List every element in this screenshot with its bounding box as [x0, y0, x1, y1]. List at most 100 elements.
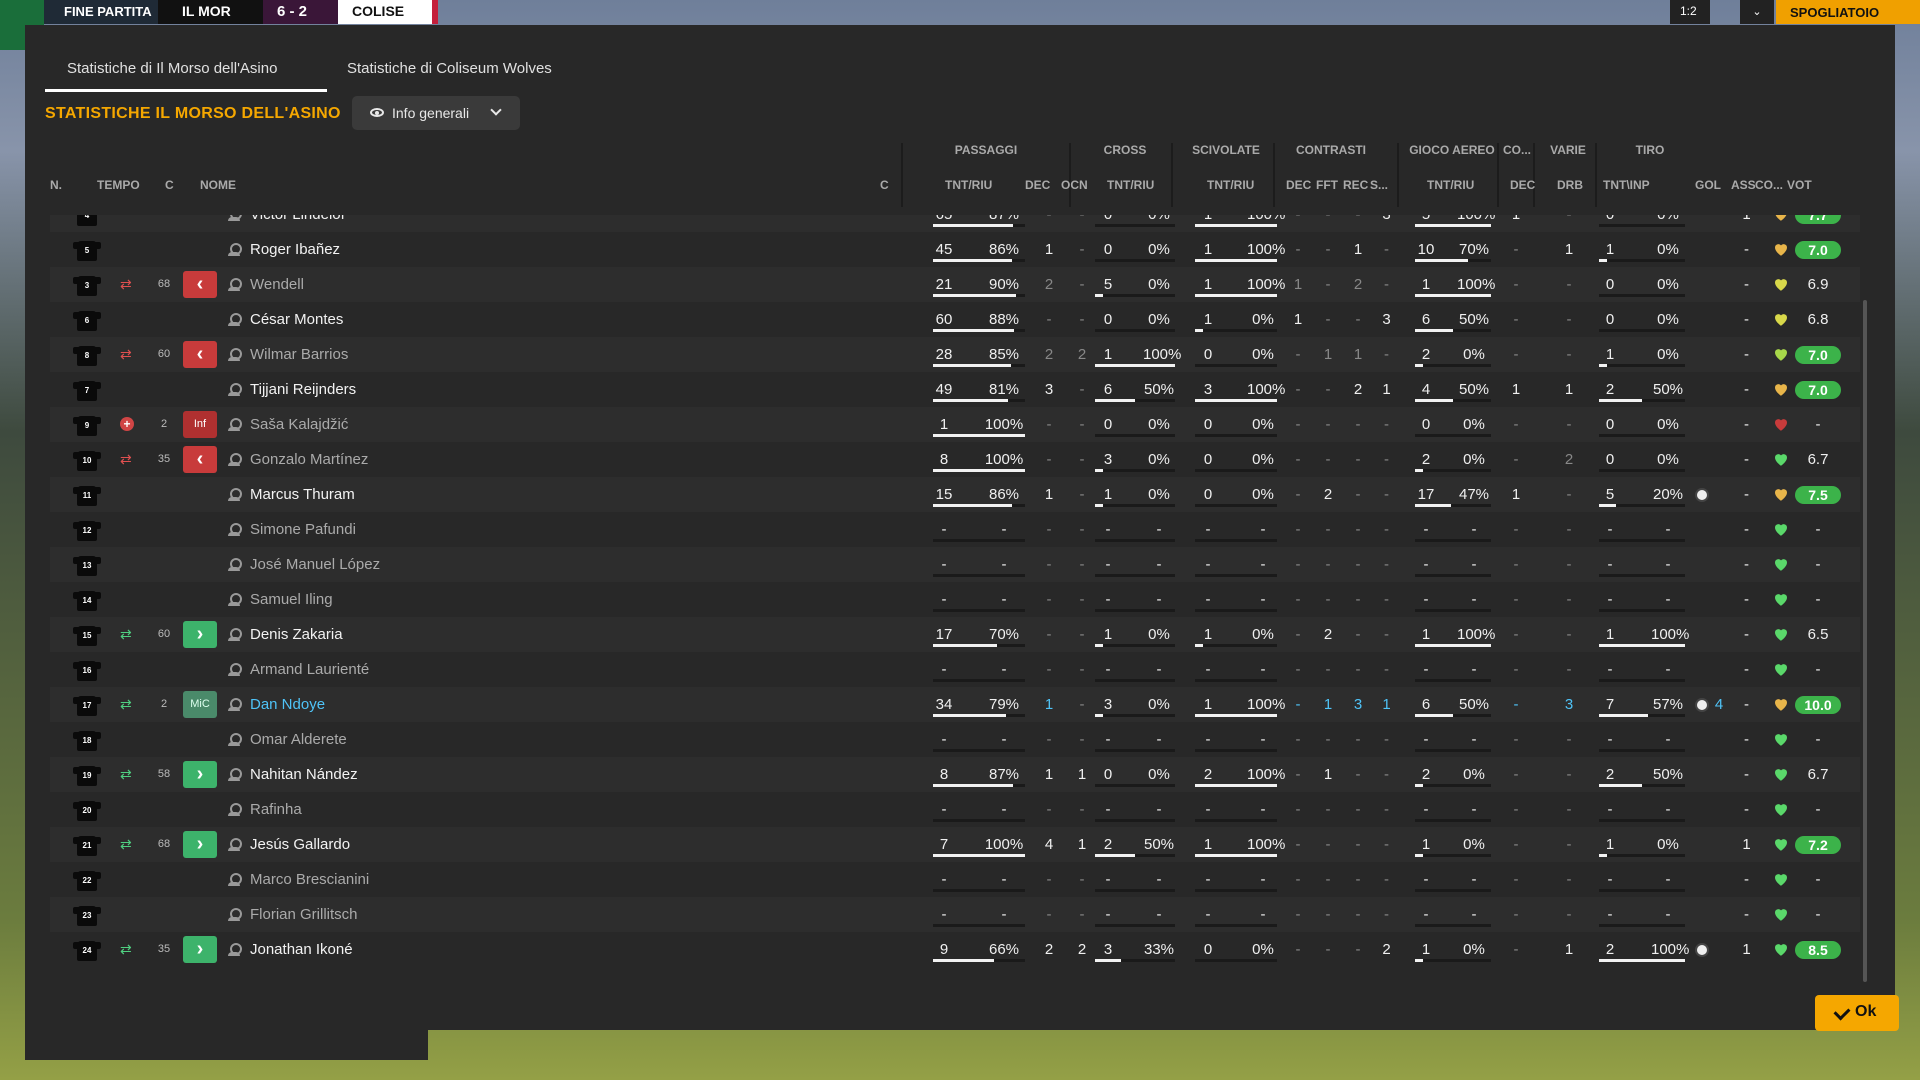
player-name[interactable]: Roger Ibañez	[250, 232, 340, 267]
table-row[interactable]: 10 ⇄ 35 ‹ Gonzalo Martínez 8 100% - -3 0% 0 0% - - - -2…	[50, 442, 1860, 477]
stat-pdec: 1	[1044, 696, 1054, 713]
tab-away-stats[interactable]: Statistiche di Coliseum Wolves	[347, 60, 587, 89]
rating: -	[1815, 871, 1821, 888]
player-profile-icon	[228, 803, 242, 816]
stat-cod: -	[1513, 311, 1519, 328]
group-header-scivolate: SCIVOLATE	[1192, 143, 1260, 157]
column-header-cdec[interactable]: DEC	[1286, 178, 1311, 192]
group-divider	[901, 143, 903, 207]
table-row[interactable]: 5 Roger Ibañez 45 86% 1-0 0% 1 100% - -1-10 70% -1 1…	[50, 232, 1860, 267]
player-name[interactable]: Omar Alderete	[250, 722, 347, 757]
column-header-cross-tntriu[interactable]: TNT/RIU	[1107, 178, 1154, 192]
column-header-drb[interactable]: DRB	[1557, 178, 1583, 192]
table-row[interactable]: 11 Marcus Thuram 15 86% 1-1 0% 0 0% -2- -17 47% 1-5…	[50, 477, 1860, 512]
table-row[interactable]: 19 ⇄ 58 › Nahitan Nández 8 87% 1 1 0 0% 2 100% -1- -2 0…	[50, 757, 1860, 792]
player-name[interactable]: Wilmar Barrios	[250, 337, 348, 372]
stat-pocn: -	[1079, 521, 1085, 538]
table-row[interactable]: 18 Omar Alderete - - - - - - - - - - - - - - - - - - - -	[50, 722, 1860, 757]
stat-pocn: -	[1079, 591, 1085, 608]
column-header-rec[interactable]: REC	[1343, 178, 1368, 192]
table-row[interactable]: 4Victor Lindelöf6587%--00%1100%---35100%…	[50, 215, 1860, 232]
column-header-cond[interactable]: CO...	[1755, 178, 1783, 192]
player-profile-icon	[228, 628, 242, 641]
player-name[interactable]: Marco Brescianini	[250, 862, 369, 897]
player-name[interactable]: Victor Lindelöf	[250, 215, 345, 232]
scrollbar[interactable]	[1863, 300, 1867, 982]
player-name[interactable]: Tijjani Reijnders	[250, 372, 356, 407]
table-row[interactable]: 16 Armand Laurienté - - - - - - - - - - - - - - - - - - - -	[50, 652, 1860, 687]
stat-cd: -	[1295, 416, 1301, 433]
column-header-nome[interactable]: NOME	[200, 178, 236, 192]
rating-badge: 7.5	[1795, 486, 1841, 504]
player-profile-icon	[228, 593, 242, 606]
table-row[interactable]: 9 +2 Inf Saša Kalajdžić 1 100% - -0 0% 0 0% - - - -0 0%…	[50, 407, 1860, 442]
table-row[interactable]: 12 Simone Pafundi - - - - - - - - - - - - - - - - - - - -	[50, 512, 1860, 547]
rate-bar-fill	[1095, 399, 1135, 402]
column-header-fft[interactable]: FFT	[1316, 178, 1338, 192]
player-name[interactable]: Gonzalo Martínez	[250, 442, 368, 477]
player-name[interactable]: José Manuel López	[250, 547, 380, 582]
column-header-dec[interactable]: DEC	[1025, 178, 1050, 192]
column-header-gol[interactable]: GOL	[1695, 178, 1721, 192]
rate-bar-track	[1195, 574, 1277, 577]
stat-cod: -	[1513, 416, 1519, 433]
player-name[interactable]: Wendell	[250, 267, 304, 302]
column-header-c[interactable]: C	[165, 178, 174, 192]
column-header-sci-tntriu[interactable]: TNT/RIU	[1207, 178, 1254, 192]
column-header-ga-tntriu[interactable]: TNT/RIU	[1427, 178, 1474, 192]
column-header-tntinp[interactable]: TNT\INP	[1603, 178, 1650, 192]
player-profile-icon	[228, 698, 242, 711]
player-name[interactable]: Rafinha	[250, 792, 302, 827]
shirt-number-icon: 17	[73, 696, 101, 716]
table-row[interactable]: 17 ⇄ 2 MiC Dan Ndoye 34 79% 1-3 0% 1 100% -1 3 1 6 50% -…	[50, 687, 1860, 722]
player-name[interactable]: Simone Pafundi	[250, 512, 356, 547]
table-row[interactable]: 15 ⇄ 60 › Denis Zakaria 17 70% - -1 0% 1 0% -2- -1 100…	[50, 617, 1860, 652]
table-row[interactable]: 20 Rafinha - - - - - - - - - - - - - - - - - - - -	[50, 792, 1860, 827]
table-row[interactable]: 3 ⇄ 68 ‹ Wendell 21 90% 2-5 0% 1 100% 1-2-1 100% - -0 0…	[50, 267, 1860, 302]
rate-bar-fill	[1415, 504, 1451, 507]
player-name[interactable]: Jesús Gallardo	[250, 827, 350, 862]
stat-pocn: 1	[1077, 836, 1087, 853]
table-row[interactable]: 8 ⇄ 60 ‹ Wilmar Barrios 28 85% 2 2 1 100% 0 0% -1 1-2 0…	[50, 337, 1860, 372]
chevron-down-icon[interactable]: ⌄	[1740, 0, 1774, 24]
player-name[interactable]: Armand Laurienté	[250, 652, 369, 687]
condition-heart-icon	[1772, 905, 1790, 923]
table-row[interactable]: 22 Marco Brescianini - - - - - - - - - - - - - - - - - - - -	[50, 862, 1860, 897]
stat-cf: -	[1325, 311, 1331, 328]
column-header-c2[interactable]: C	[880, 178, 889, 192]
column-header-tempo[interactable]: TEMPO	[97, 178, 140, 192]
dressing-room-button[interactable]: SPOGLIATOIO	[1776, 0, 1920, 24]
table-row[interactable]: 21 ⇄ 68 › Jesús Gallardo 7 100% 4 1 2 50% 1 100% - - - -…	[50, 827, 1860, 862]
tab-home-stats[interactable]: Statistiche di Il Morso dell'Asino	[45, 60, 327, 92]
column-header-ass[interactable]: ASS	[1731, 178, 1756, 192]
table-row[interactable]: 13 José Manuel López - - - - - - - - - - - - - - - - - - - -	[50, 547, 1860, 582]
table-row[interactable]: 7 Tijjani Reijnders 49 81% 3-6 50% 3 100% - -2 1 4 5…	[50, 372, 1860, 407]
stat-cr: 2	[1353, 381, 1363, 398]
player-name[interactable]: César Montes	[250, 302, 343, 337]
table-row[interactable]: 24 ⇄ 35 › Jonathan Ikoné 9 66% 2 2 3 33% 0 0% - - -2 1 0%…	[50, 932, 1860, 967]
player-name[interactable]: Nahitan Nández	[250, 757, 358, 792]
player-name[interactable]: Denis Zakaria	[250, 617, 343, 652]
rating: -	[1815, 801, 1821, 818]
player-name[interactable]: Florian Grillitsch	[250, 897, 358, 932]
column-header-tntriu[interactable]: TNT/RIU	[945, 178, 992, 192]
player-name[interactable]: Saša Kalajdžić	[250, 407, 348, 442]
player-name[interactable]: Jonathan Ikoné	[250, 932, 353, 967]
column-header-codec[interactable]: DEC	[1510, 178, 1535, 192]
player-name[interactable]: Dan Ndoye	[250, 687, 325, 722]
ok-button[interactable]: Ok	[1815, 995, 1899, 1031]
column-header-vot[interactable]: VOT	[1787, 178, 1812, 192]
stat-cd: -	[1295, 556, 1301, 573]
column-header-n[interactable]: N.	[50, 178, 62, 192]
stat-cod: -	[1513, 906, 1519, 923]
table-row[interactable]: 23 Florian Grillitsch - - - - - - - - - - - - - - - - - - - -	[50, 897, 1860, 932]
stat-cd: -	[1295, 241, 1301, 258]
table-row[interactable]: 14 Samuel Iling - - - - - - - - - - - - - - - - - - - -	[50, 582, 1860, 617]
column-header-ocn[interactable]: OCN	[1061, 178, 1088, 192]
stat-pocn: -	[1079, 486, 1085, 503]
player-name[interactable]: Samuel Iling	[250, 582, 333, 617]
column-header-s[interactable]: S...	[1370, 178, 1388, 192]
table-row[interactable]: 6 César Montes 60 88% - -0 0% 1 0% 1- -3 6 50% - -0 0% -…	[50, 302, 1860, 337]
info-view-dropdown[interactable]: Info generali	[352, 96, 520, 130]
player-name[interactable]: Marcus Thuram	[250, 477, 355, 512]
